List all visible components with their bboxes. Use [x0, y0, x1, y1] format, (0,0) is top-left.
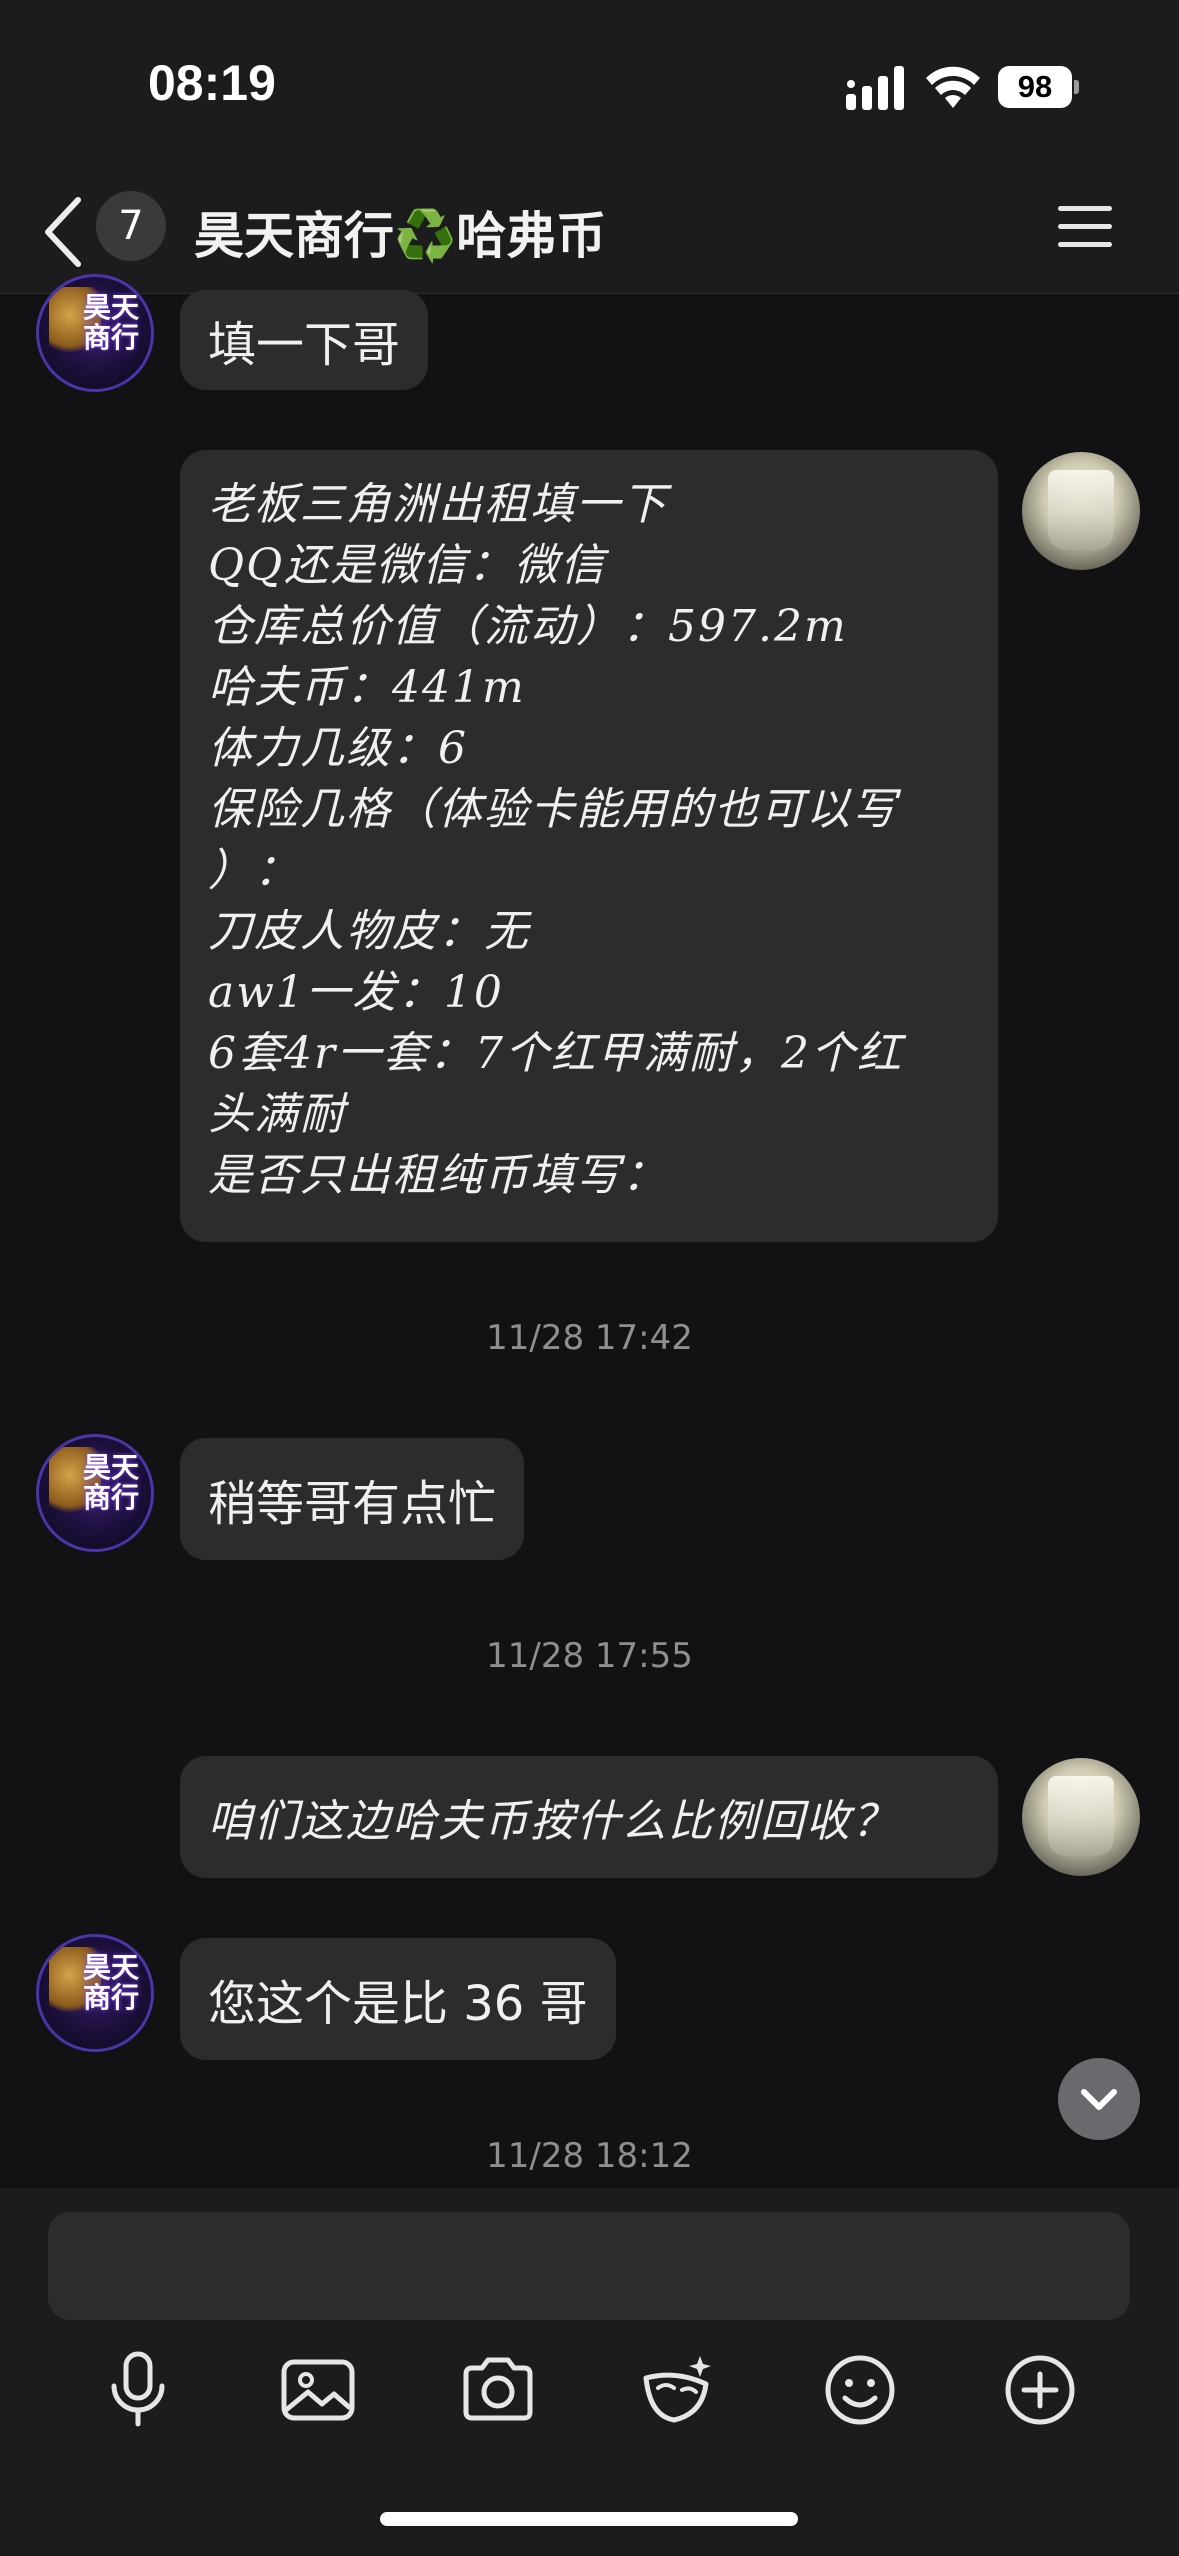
merchant-avatar[interactable]: 昊天 商行 — [36, 274, 154, 392]
battery-level: 98 — [998, 66, 1072, 108]
message-bubble-incoming[interactable]: 稍等哥有点忙 — [180, 1438, 525, 1560]
timestamp: 11/28 17:42 — [486, 1318, 693, 1358]
form-line: aw1一发：10 — [208, 967, 504, 1018]
avatar-logo-text: 昊天 商行 — [83, 1951, 140, 2014]
form-line: 哈夫币：441m — [208, 662, 526, 713]
scroll-to-bottom-button[interactable] — [1058, 2058, 1140, 2140]
message-bubble-outgoing-form[interactable]: 老板三角洲出租填一下 QQ还是微信：微信 仓库总价值（流动）：597.2m 哈夫… — [180, 450, 998, 1242]
form-line: 保险几格（体验卡能用的也可以写 — [208, 784, 898, 835]
message-input[interactable] — [48, 2212, 1130, 2320]
avatar-logo-text: 昊天 商行 — [83, 291, 140, 354]
merchant-avatar[interactable]: 昊天 商行 — [36, 1434, 154, 1552]
message-bubble-incoming[interactable]: 您这个是比 36 哥 — [180, 1938, 616, 2060]
battery-icon: 98 — [998, 66, 1079, 108]
avatar-logo-text: 昊天 商行 — [83, 1451, 140, 1514]
chat-title[interactable]: 昊天商行♻️哈弗币 — [194, 196, 606, 268]
microphone-icon[interactable] — [96, 2348, 180, 2432]
form-line: 头满耐 — [208, 1089, 346, 1140]
back-chevron-icon[interactable] — [40, 194, 90, 270]
status-time: 08:19 — [148, 55, 276, 111]
timestamp: 11/28 17:55 — [486, 1636, 693, 1676]
user-avatar[interactable] — [1022, 452, 1140, 570]
status-bar: 08:19 98 — [0, 0, 1179, 170]
unread-count-badge[interactable]: 7 — [96, 191, 166, 261]
form-line: 老板三角洲出租填一下 — [208, 479, 668, 530]
timestamp: 11/28 18:12 — [486, 2136, 693, 2176]
form-line: 体力几级：6 — [208, 723, 468, 774]
image-icon[interactable] — [276, 2348, 360, 2432]
message-text: 咱们这边哈夫币按什么比例回收？ — [208, 1796, 898, 1847]
form-line: QQ还是微信：微信 — [208, 540, 607, 591]
emoji-icon[interactable] — [818, 2348, 902, 2432]
form-line: 6套4r一套：7个红甲满耐，2个红 — [208, 1028, 904, 1079]
message-bubble-incoming[interactable]: 填一下哥 — [180, 290, 429, 390]
merchant-avatar[interactable]: 昊天 商行 — [36, 1934, 154, 2052]
form-line: 是否只出租纯币填写： — [208, 1150, 668, 1201]
form-line: 刀皮人物皮：无 — [208, 906, 530, 957]
signal-icon — [846, 66, 904, 110]
chevron-down-icon — [1081, 2089, 1117, 2110]
menu-icon[interactable] — [1058, 204, 1114, 250]
camera-icon[interactable] — [456, 2348, 540, 2432]
user-avatar[interactable] — [1022, 1758, 1140, 1876]
form-line: 仓库总价值（流动）：597.2m — [208, 601, 848, 652]
plus-icon[interactable] — [998, 2348, 1082, 2432]
wifi-icon — [926, 66, 980, 108]
message-bubble-outgoing[interactable]: 咱们这边哈夫币按什么比例回收？ — [180, 1756, 998, 1878]
form-line: ）： — [208, 845, 300, 896]
home-indicator — [380, 2512, 798, 2526]
red-packet-icon[interactable] — [636, 2348, 720, 2432]
